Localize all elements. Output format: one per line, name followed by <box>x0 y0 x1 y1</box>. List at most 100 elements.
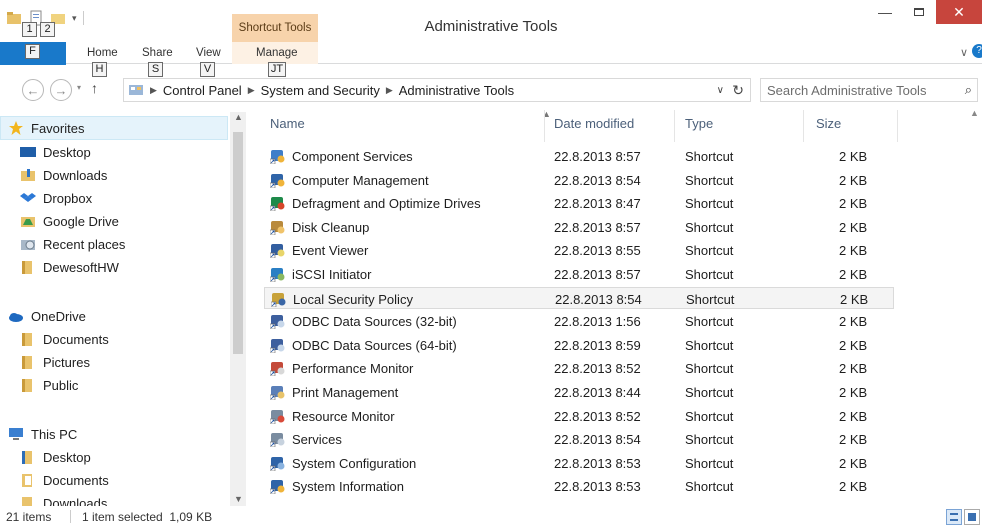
scroll-up-icon[interactable]: ▲ <box>970 108 979 118</box>
maximize-button[interactable] <box>902 0 936 24</box>
nav-item-dewesofthw[interactable]: DewesoftHW <box>20 259 119 275</box>
column-header-size[interactable]: Size <box>816 116 841 131</box>
nav-item-pc-downloads[interactable]: Downloads <box>20 495 107 506</box>
file-name: Computer Management <box>292 172 429 188</box>
crumb-separator-icon[interactable]: ▶ <box>248 85 255 96</box>
nav-item-onedrive-public[interactable]: Public <box>20 377 78 393</box>
file-type: Shortcut <box>685 172 734 188</box>
file-date-modified: 22.8.2013 8:59 <box>554 337 641 353</box>
file-name: Event Viewer <box>292 243 369 259</box>
column-divider[interactable] <box>544 110 545 142</box>
refresh-icon[interactable]: ↻ <box>732 82 744 99</box>
file-size: 2 KB <box>839 149 868 164</box>
folder-icon <box>22 451 32 464</box>
tab-home[interactable]: Home <box>87 47 118 59</box>
nav-this-pc[interactable]: This PC <box>8 426 77 442</box>
nav-pane-scroll-thumb[interactable] <box>233 132 243 354</box>
column-header-type[interactable]: Type <box>685 116 713 131</box>
resource-monitor-icon <box>270 409 285 424</box>
file-list-scrollbar[interactable]: ▲ <box>966 108 982 506</box>
file-name: Disk Cleanup <box>292 219 370 235</box>
file-type: Shortcut <box>685 385 734 400</box>
crumb-control-panel[interactable]: Control Panel <box>163 83 242 98</box>
file-row[interactable]: System Configuration 22.8.2013 8:53 Shortc… <box>264 452 894 474</box>
file-row[interactable]: ODBC Data Sources (32-bit) 22.8.2013 1:56… <box>264 310 894 332</box>
file-row[interactable]: Local Security Policy 22.8.2013 8:54 Short… <box>264 286 894 309</box>
column-header-date[interactable]: Date modified <box>554 116 634 131</box>
details-view-button[interactable] <box>946 509 962 525</box>
nav-item-onedrive-pictures[interactable]: Pictures <box>20 354 90 370</box>
file-date-modified: 22.8.2013 8:52 <box>554 408 641 424</box>
nav-item-google-drive[interactable]: Google Drive <box>20 213 119 229</box>
file-size: 2 KB <box>839 219 868 235</box>
file-row[interactable]: Print Management 22.8.2013 8:44 Shortcut 2 … <box>264 381 894 403</box>
nav-item-dropbox[interactable]: Dropbox <box>20 190 92 206</box>
tab-share[interactable]: Share <box>142 47 173 59</box>
column-header-name[interactable]: Name <box>270 116 305 131</box>
crumb-separator-icon[interactable]: ▶ <box>386 85 393 96</box>
tab-view[interactable]: View <box>196 47 221 59</box>
address-bar[interactable]: ▶ Control Panel ▶ System and Security ▶ … <box>123 78 751 102</box>
tab-file[interactable]: F <box>0 42 66 65</box>
system-information-icon <box>270 480 285 495</box>
file-row[interactable]: Resource Monitor 22.8.2013 8:52 Shortcut 2 … <box>264 405 894 427</box>
file-row[interactable]: Computer Management 22.8.2013 8:54 Shortcu… <box>264 169 894 191</box>
folder-icon <box>22 261 32 274</box>
minimize-button[interactable]: — <box>868 0 902 24</box>
file-type: Shortcut <box>685 314 734 330</box>
nav-pane-scrollbar[interactable]: ▲ ▼ <box>230 112 246 506</box>
file-type: Shortcut <box>685 267 734 282</box>
search-input[interactable]: Search Administrative Tools ⌕ <box>760 78 978 102</box>
nav-onedrive[interactable]: OneDrive <box>8 308 86 324</box>
minimize-icon: — <box>878 4 892 20</box>
file-row[interactable]: Disk Cleanup 22.8.2013 8:57 Shortcut 2 KB <box>264 216 894 238</box>
ribbon-tabs: F Home Share View Manage H S V JT ∨ ? <box>0 42 982 77</box>
nav-item-desktop[interactable]: Desktop <box>20 144 91 160</box>
forward-button[interactable]: → <box>50 79 72 101</box>
close-button[interactable]: ✕ <box>936 0 982 24</box>
downloads-folder-icon <box>21 169 35 181</box>
file-size: 2 KB <box>839 408 868 424</box>
component-services-icon <box>270 150 285 164</box>
file-row[interactable]: System Information 22.8.2013 8:53 Shortcut… <box>264 475 894 497</box>
onedrive-icon <box>9 313 23 322</box>
file-row[interactable]: Services 22.8.2013 8:54 Shortcut 2 KB <box>264 428 894 450</box>
tab-manage[interactable]: Manage <box>256 47 298 59</box>
up-button[interactable]: ↑ <box>91 80 98 96</box>
large-icons-view-icon <box>968 513 976 521</box>
nav-item-pc-documents[interactable]: Documents <box>20 472 109 488</box>
scroll-up-icon[interactable]: ▲ <box>234 112 243 122</box>
help-icon[interactable]: ? <box>972 44 982 58</box>
file-row[interactable]: Component Services 22.8.2013 8:57 Shortcut… <box>264 145 894 167</box>
search-icon[interactable]: ⌕ <box>965 82 972 98</box>
nav-item-recent-places[interactable]: Recent places <box>20 236 125 252</box>
column-divider[interactable] <box>803 110 804 142</box>
file-row[interactable]: ODBC Data Sources (64-bit) 22.8.2013 8:59… <box>264 334 894 356</box>
folder-icon <box>22 356 32 369</box>
column-divider[interactable] <box>897 110 898 142</box>
file-date-modified: 22.8.2013 8:54 <box>555 291 642 307</box>
recent-locations-icon[interactable]: ▾ <box>77 83 81 92</box>
back-button[interactable]: ← <box>22 79 44 101</box>
file-row[interactable]: Performance Monitor 22.8.2013 8:52 Shortcu… <box>264 357 894 379</box>
file-row[interactable]: Event Viewer 22.8.2013 8:55 Shortcut 2 KB <box>264 239 894 261</box>
file-row[interactable]: iSCSI Initiator 22.8.2013 8:57 Shortcut 2 K… <box>264 263 894 285</box>
column-divider[interactable] <box>674 110 675 142</box>
nav-favorites[interactable]: Favorites <box>8 120 84 136</box>
file-row[interactable]: Defragment and Optimize Drives 22.8.2013 … <box>264 192 894 214</box>
nav-item-downloads[interactable]: Downloads <box>20 167 107 183</box>
address-dropdown-icon[interactable]: ∨ <box>717 85 724 96</box>
crumb-administrative-tools[interactable]: Administrative Tools <box>399 83 514 98</box>
crumb-system-and-security[interactable]: System and Security <box>261 83 380 98</box>
nav-item-pc-desktop[interactable]: Desktop <box>20 449 91 465</box>
odbc-icon <box>270 338 285 353</box>
large-icons-view-button[interactable] <box>964 509 980 525</box>
file-type: Shortcut <box>685 196 734 212</box>
expand-ribbon-icon[interactable]: ∨ <box>960 46 968 59</box>
nav-item-onedrive-documents[interactable]: Documents <box>20 331 109 347</box>
scroll-down-icon[interactable]: ▼ <box>234 494 243 504</box>
file-name: Print Management <box>292 385 399 400</box>
file-size: 2 KB <box>839 267 868 282</box>
file-type: Shortcut <box>685 432 734 448</box>
details-view-icon <box>950 513 958 521</box>
